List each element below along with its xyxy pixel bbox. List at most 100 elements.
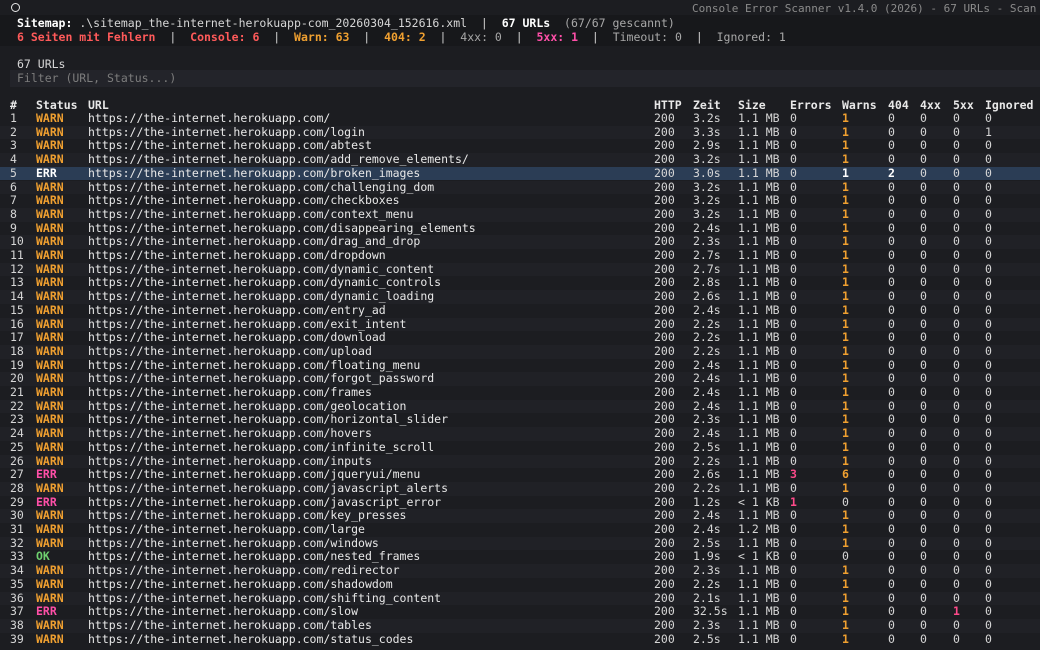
col-header-num[interactable]: #: [10, 98, 17, 112]
cell-ignored: 0: [985, 330, 992, 345]
table-row[interactable]: 37 ERR https://the-internet.herokuapp.com/…: [0, 604, 1040, 619]
table-row[interactable]: 12 WARN https://the-internet.herokuapp.com…: [0, 261, 1040, 277]
col-header-ignored[interactable]: Ignored: [985, 98, 1033, 112]
cell-time: 2.3s: [693, 617, 721, 632]
cell-warns: 1: [842, 563, 849, 578]
filter-input[interactable]: Filter (URL, Status...): [10, 70, 1040, 87]
window-circle-icon[interactable]: [11, 3, 20, 12]
cell-url: https://the-internet.herokuapp.com/abtes…: [88, 138, 372, 153]
table-row[interactable]: 23 WARN https://the-internet.herokuapp.com…: [0, 413, 1040, 427]
col-header-url[interactable]: URL: [88, 98, 109, 112]
cell-ignored: 0: [985, 563, 992, 578]
cell-time: 2.2s: [693, 330, 721, 345]
cell-time: 3.2s: [693, 111, 721, 125]
table-row[interactable]: 33 OK https://the-internet.herokuapp.com/n…: [0, 550, 1040, 564]
table-row[interactable]: 26 WARN https://the-internet.herokuapp.com…: [0, 453, 1040, 469]
table-row[interactable]: 9 WARN https://the-internet.herokuapp.com/…: [0, 221, 1040, 236]
cell-http: 200: [654, 261, 675, 276]
cell-status: WARN: [36, 576, 64, 591]
table-row[interactable]: 39 WARN https://the-internet.herokuapp.com…: [0, 631, 1040, 647]
cell-errors: 0: [790, 398, 797, 413]
cell-num: 6: [10, 179, 17, 194]
table-row[interactable]: 7 WARN https://the-internet.herokuapp.com/…: [0, 193, 1040, 208]
cell-time: 2.9s: [693, 138, 721, 153]
cell-5xx: 0: [953, 453, 960, 468]
cell-url: https://the-internet.herokuapp.com/login: [88, 124, 365, 139]
cell-size: 1.1 MB: [738, 357, 780, 372]
cell-http: 200: [654, 138, 675, 153]
cell-num: 2: [10, 124, 17, 139]
cell-4xx: 0: [920, 385, 927, 399]
cell-warns: 1: [842, 453, 849, 468]
cell-url: https://the-internet.herokuapp.com/key_p…: [88, 508, 407, 523]
cell-404: 0: [888, 138, 895, 153]
table-row[interactable]: 1 WARN https://the-internet.herokuapp.com/…: [0, 111, 1040, 126]
col-header-size[interactable]: Size: [738, 98, 766, 112]
cell-num: 33: [10, 549, 24, 564]
cell-404: 0: [888, 302, 895, 317]
table-row[interactable]: 2 WARN https://the-internet.herokuapp.com/…: [0, 124, 1040, 140]
table-row[interactable]: 32 WARN https://the-internet.herokuapp.com…: [0, 536, 1040, 551]
table-row[interactable]: 16 WARN https://the-internet.herokuapp.com…: [0, 316, 1040, 332]
cell-4xx: 0: [920, 275, 927, 290]
col-header-errors[interactable]: Errors: [790, 98, 832, 112]
table-row[interactable]: 34 WARN https://the-internet.herokuapp.com…: [0, 563, 1040, 578]
table-row[interactable]: 18 WARN https://the-internet.herokuapp.com…: [0, 343, 1040, 359]
cell-num: 30: [10, 508, 24, 523]
cell-time: 1.9s: [693, 549, 721, 564]
table-row[interactable]: 25 WARN https://the-internet.herokuapp.com…: [0, 440, 1040, 455]
cell-404: 0: [888, 124, 895, 139]
table-row[interactable]: 15 WARN https://the-internet.herokuapp.com…: [0, 302, 1040, 318]
cell-url: https://the-internet.herokuapp.com/neste…: [88, 549, 421, 564]
col-header-http[interactable]: HTTP: [654, 98, 682, 112]
table-row[interactable]: 29 ERR https://the-internet.herokuapp.com/…: [0, 495, 1040, 510]
cell-ignored: 0: [985, 316, 992, 331]
table-row[interactable]: 8 WARN https://the-internet.herokuapp.com/…: [0, 207, 1040, 222]
cell-size: 1.1 MB: [738, 248, 780, 262]
cell-warns: 1: [842, 631, 849, 646]
cell-num: 17: [10, 330, 24, 345]
col-header-404[interactable]: 404: [888, 98, 909, 112]
cell-404: 0: [888, 316, 895, 331]
table-row[interactable]: 4 WARN https://the-internet.herokuapp.com/…: [0, 152, 1040, 167]
table-row[interactable]: 36 WARN https://the-internet.herokuapp.com…: [0, 590, 1040, 606]
cell-http: 200: [654, 590, 675, 605]
table-row[interactable]: 5 ERR https://the-internet.herokuapp.com/b…: [0, 166, 1040, 181]
cell-4xx: 0: [920, 124, 927, 139]
cell-5xx: 0: [953, 617, 960, 632]
cell-warns: 1: [842, 330, 849, 345]
cell-size: 1.1 MB: [738, 302, 780, 317]
cell-time: 3.2s: [693, 193, 721, 208]
cell-ignored: 0: [985, 138, 992, 153]
cell-errors: 0: [790, 289, 797, 304]
table-row[interactable]: 38 WARN https://the-internet.herokuapp.com…: [0, 617, 1040, 633]
cell-url: https://the-internet.herokuapp.com/: [88, 111, 331, 125]
table-row[interactable]: 11 WARN https://the-internet.herokuapp.com…: [0, 248, 1040, 263]
table-row[interactable]: 14 WARN https://the-internet.herokuapp.com…: [0, 289, 1040, 304]
col-header-warns[interactable]: Warns: [842, 98, 877, 112]
cell-warns: 1: [842, 385, 849, 399]
table-row[interactable]: 17 WARN https://the-internet.herokuapp.com…: [0, 330, 1040, 345]
table-row[interactable]: 19 WARN https://the-internet.herokuapp.com…: [0, 357, 1040, 373]
table-row[interactable]: 35 WARN https://the-internet.herokuapp.com…: [0, 576, 1040, 592]
table-row[interactable]: 13 WARN https://the-internet.herokuapp.com…: [0, 276, 1040, 290]
col-header-5xx[interactable]: 5xx: [953, 98, 974, 112]
col-header-status[interactable]: Status: [36, 98, 78, 112]
cell-url: https://the-internet.herokuapp.com/shift…: [88, 590, 442, 605]
cell-5xx: 0: [953, 343, 960, 358]
table-row[interactable]: 28 WARN https://the-internet.herokuapp.com…: [0, 481, 1040, 496]
col-header-time[interactable]: Zeit: [693, 98, 721, 112]
table-row[interactable]: 3 WARN https://the-internet.herokuapp.com/…: [0, 139, 1040, 153]
table-row[interactable]: 22 WARN https://the-internet.herokuapp.com…: [0, 398, 1040, 414]
col-header-4xx[interactable]: 4xx: [920, 98, 941, 112]
cell-4xx: 0: [920, 179, 927, 194]
table-row[interactable]: 24 WARN https://the-internet.herokuapp.com…: [0, 426, 1040, 441]
table-row[interactable]: 31 WARN https://the-internet.herokuapp.com…: [0, 522, 1040, 537]
cell-5xx: 0: [953, 193, 960, 208]
table-row[interactable]: 6 WARN https://the-internet.herokuapp.com/…: [0, 179, 1040, 195]
table-row[interactable]: 27 ERR https://the-internet.herokuapp.com/…: [0, 467, 1040, 482]
table-row[interactable]: 20 WARN https://the-internet.herokuapp.com…: [0, 372, 1040, 386]
table-row[interactable]: 10 WARN https://the-internet.herokuapp.com…: [0, 235, 1040, 249]
table-row[interactable]: 21 WARN https://the-internet.herokuapp.com…: [0, 385, 1040, 400]
table-row[interactable]: 30 WARN https://the-internet.herokuapp.com…: [0, 509, 1040, 523]
